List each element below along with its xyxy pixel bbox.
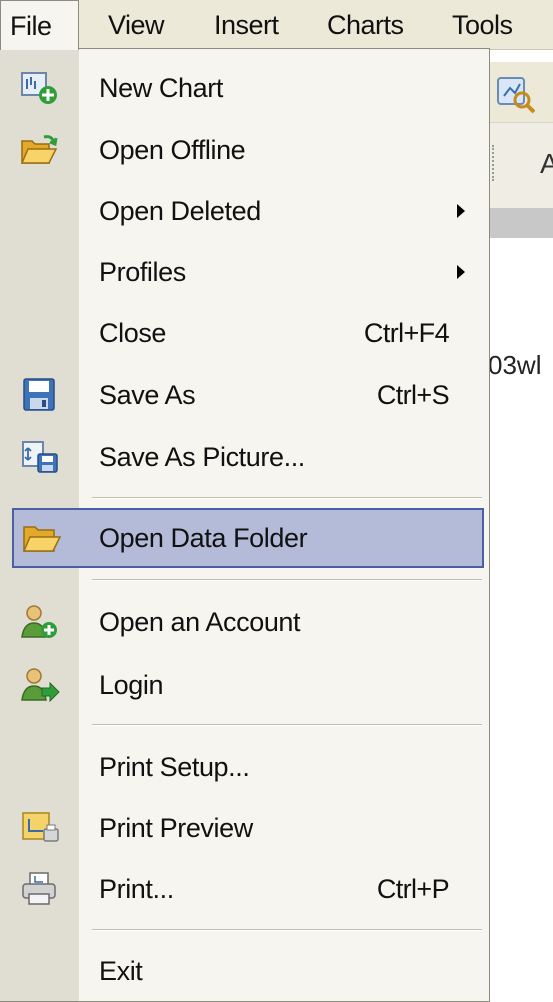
menubar-view[interactable]: View (108, 0, 165, 50)
menu-separator (92, 497, 482, 499)
user-login-icon (20, 668, 60, 703)
toolbar-text: A (540, 148, 553, 179)
menu-item-label: Profiles (99, 257, 186, 287)
menu-item-label: Save As (99, 380, 196, 410)
menu-item-open-account[interactable]: Open an Account (0, 592, 489, 652)
menubar-file[interactable]: File (0, 0, 79, 50)
menu-item-label: Open Data Folder (99, 523, 308, 553)
toolbar-grip[interactable] (492, 145, 502, 181)
background-window-text: 03wl (488, 350, 542, 380)
menu-item-new-chart[interactable]: New Chart (0, 58, 489, 118)
menu-item-save-as-picture[interactable]: Save As Picture... (0, 427, 489, 487)
menu-item-profiles[interactable]: Profiles (0, 242, 489, 302)
menu-item-label: Exit (99, 956, 143, 986)
file-menu: New Chart Open Offline Open Deleted Prof… (0, 48, 490, 1002)
print-preview-icon (20, 811, 60, 845)
menu-item-open-data-folder[interactable]: Open Data Folder (12, 508, 484, 568)
menu-item-label: New Chart (99, 73, 223, 103)
background-tab-strip (488, 208, 553, 238)
menu-item-label: Open Offline (99, 135, 246, 165)
menubar-tools[interactable]: Tools (452, 0, 513, 50)
new-chart-icon (20, 71, 60, 105)
menu-item-print[interactable]: Print... Ctrl+P (0, 859, 489, 919)
menu-separator (92, 929, 482, 931)
open-folder-icon (20, 133, 60, 167)
menu-item-label: Open Deleted (99, 196, 261, 226)
menu-item-label: Login (99, 670, 164, 700)
printer-icon (20, 872, 60, 906)
menu-item-shortcut: Ctrl+P (376, 874, 450, 904)
menu-item-save-as[interactable]: Save As Ctrl+S (0, 365, 489, 425)
menu-item-print-setup[interactable]: Print Setup... (0, 737, 489, 797)
menu-item-exit[interactable]: Exit (0, 941, 489, 1001)
menu-separator (92, 724, 482, 726)
menu-item-label: Print... (99, 874, 174, 904)
menu-item-open-offline[interactable]: Open Offline (0, 120, 489, 180)
menu-item-label: Save As Picture... (99, 442, 305, 472)
menu-bar: File View Insert Charts Tools (0, 0, 553, 50)
menu-item-label: Open an Account (99, 607, 301, 637)
menu-item-open-deleted[interactable]: Open Deleted (0, 181, 489, 241)
menu-item-label: Print Preview (99, 813, 253, 843)
menu-item-shortcut: Ctrl+S (376, 380, 450, 410)
menu-item-label: Close (99, 318, 167, 348)
menu-separator (92, 579, 482, 581)
menubar-charts[interactable]: Charts (327, 0, 404, 50)
submenu-arrow-icon (457, 265, 465, 279)
menu-item-shortcut: Ctrl+F4 (363, 318, 450, 348)
user-add-icon (20, 605, 60, 639)
submenu-arrow-icon (457, 204, 465, 218)
save-picture-icon (20, 440, 60, 474)
menu-item-close[interactable]: Close Ctrl+F4 (0, 303, 489, 363)
menubar-insert[interactable]: Insert (214, 0, 279, 50)
menu-item-print-preview[interactable]: Print Preview (0, 798, 489, 858)
folder-icon (22, 521, 62, 555)
floppy-disk-icon (20, 378, 60, 412)
zoom-icon[interactable] (496, 74, 536, 114)
menu-item-login[interactable]: Login (0, 655, 489, 715)
menu-item-label: Print Setup... (99, 752, 250, 782)
